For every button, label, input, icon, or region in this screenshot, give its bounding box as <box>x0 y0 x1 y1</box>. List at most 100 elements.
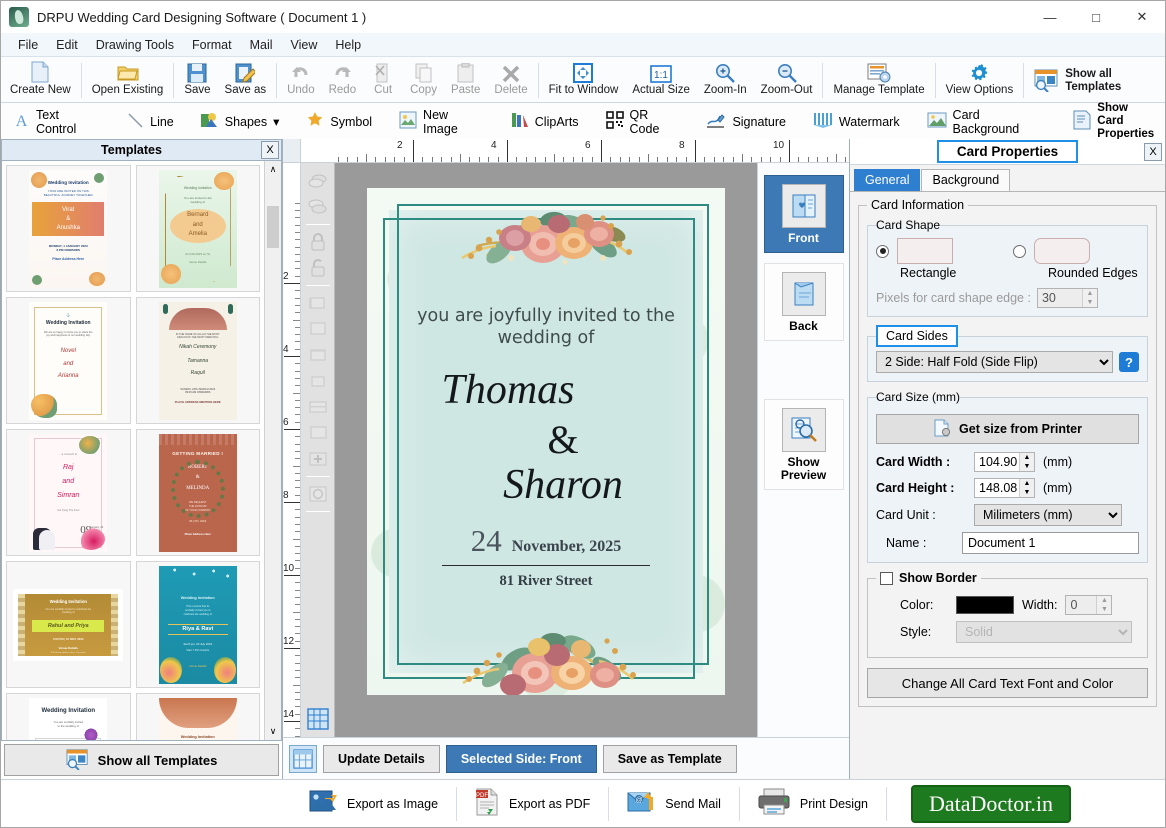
export-as-image-button[interactable]: Export as Image <box>291 782 456 826</box>
bring-to-front-icon[interactable] <box>305 169 331 193</box>
show-card-properties-button[interactable]: Show Card Properties <box>1063 102 1165 140</box>
copy-button[interactable]: Copy <box>403 59 444 102</box>
align-right-icon[interactable] <box>305 421 331 445</box>
cliparts-button[interactable]: ClipArts <box>501 105 589 139</box>
tab-background[interactable]: Background <box>921 169 1011 191</box>
card-sides-select[interactable]: 1 Side2 Side: Half Fold (Side Flip)2 Sid… <box>876 351 1113 373</box>
unlock-icon[interactable] <box>305 256 331 280</box>
template-item[interactable]: Wedding Invitation You are cordially inv… <box>6 561 131 688</box>
menu-drawing-tools[interactable]: Drawing Tools <box>87 35 183 55</box>
tab-general[interactable]: General <box>854 169 921 191</box>
text-control-button[interactable]: A Text Control <box>3 105 110 139</box>
menu-help[interactable]: Help <box>326 35 370 55</box>
border-width-stepper[interactable]: ▲▼ <box>1065 595 1113 615</box>
template-item[interactable]: Wedding Invitation This moment that its c… <box>135 561 260 688</box>
template-item[interactable]: Wedding Invitation You are cordially inv… <box>6 693 131 740</box>
close-button[interactable]: ✕ <box>1119 1 1165 33</box>
template-item[interactable]: ⚓ Wedding Invitation We are so happy to … <box>6 297 131 424</box>
line-button[interactable]: Line <box>117 105 184 139</box>
delete-button[interactable]: Delete <box>487 59 534 102</box>
menu-edit[interactable]: Edit <box>47 35 87 55</box>
show-preview-button[interactable]: Show Preview <box>763 398 844 491</box>
maximize-button[interactable]: □ <box>1073 1 1119 33</box>
redo-button[interactable]: Redo <box>322 59 364 102</box>
templates-scroll-area[interactable]: Wedding Invitation YOUR ARE INVITED ON T… <box>1 161 282 741</box>
card-name-input[interactable] <box>962 532 1139 554</box>
menu-mail[interactable]: Mail <box>241 35 282 55</box>
template-item[interactable]: Wedding Invitation please join us for a … <box>135 693 260 740</box>
card-height-stepper[interactable]: ▲▼ <box>974 478 1035 498</box>
selected-side-button[interactable]: Selected Side: Front <box>445 744 597 773</box>
card-address[interactable]: 81 River Street <box>367 573 725 590</box>
back-side-button[interactable]: Back <box>763 262 844 341</box>
border-color-swatch[interactable] <box>956 596 1014 614</box>
card-ampersand[interactable]: & <box>401 416 725 463</box>
align-top-icon[interactable] <box>305 343 331 367</box>
help-icon[interactable]: ? <box>1119 352 1139 372</box>
minimize-button[interactable]: — <box>1027 1 1073 33</box>
template-item[interactable]: IN THE NAME OF ALLAH THE MOST GRACIOUS TH… <box>135 297 260 424</box>
qr-code-button[interactable]: QR Code <box>596 105 690 139</box>
undo-button[interactable]: Undo <box>280 59 322 102</box>
chevron-down-icon[interactable]: ▾ <box>273 114 279 129</box>
zoom-out-button[interactable]: Zoom-Out <box>754 59 820 102</box>
symbol-button[interactable]: Symbol <box>296 105 382 139</box>
open-existing-button[interactable]: Open Existing <box>85 59 171 102</box>
new-image-button[interactable]: New Image <box>389 105 494 139</box>
stepper-buttons[interactable]: ▲ ▼ <box>1081 289 1097 307</box>
rectangle-option[interactable] <box>876 238 1003 264</box>
align-bottom-icon[interactable] <box>305 369 331 393</box>
stepper-buttons[interactable]: ▲ ▼ <box>1019 479 1034 497</box>
card-invite-line[interactable]: you are joyfully invited to the wedding … <box>367 306 725 350</box>
templates-scroll-up-icon[interactable]: ∧ <box>265 161 281 178</box>
export-as-pdf-button[interactable]: PDF Export as PDF <box>457 782 608 826</box>
rounded-edges-option[interactable] <box>1012 238 1140 264</box>
template-item[interactable]: Wedding Invitation You are invited to th… <box>135 165 260 292</box>
fit-to-window-button[interactable]: Fit to Window <box>542 59 626 102</box>
paste-button[interactable]: Paste <box>444 59 487 102</box>
templates-scroll-down-icon[interactable]: ∨ <box>265 723 281 740</box>
update-details-button[interactable]: Update Details <box>323 744 440 773</box>
front-side-button[interactable]: Front <box>763 175 844 253</box>
save-button[interactable]: Save <box>177 59 217 102</box>
align-center-icon[interactable] <box>305 317 331 341</box>
send-to-back-icon[interactable] <box>305 195 331 219</box>
create-new-button[interactable]: Create New <box>3 59 78 102</box>
signature-button[interactable]: Signature <box>696 105 796 139</box>
menu-format[interactable]: Format <box>183 35 241 55</box>
change-all-card-text-font-button[interactable]: Change All Card Text Font and Color <box>867 668 1148 698</box>
templates-scrollbar[interactable]: ∧ ∨ <box>264 161 281 740</box>
shapes-button[interactable]: Shapes ▾ <box>191 105 290 139</box>
view-options-button[interactable]: View Options <box>939 59 1021 102</box>
templates-panel-close-icon[interactable]: X <box>261 141 279 159</box>
stepper-buttons[interactable]: ▲ ▼ <box>1096 596 1112 614</box>
save-as-button[interactable]: Save as <box>218 59 274 102</box>
card-width-stepper[interactable]: ▲▼ <box>974 452 1035 472</box>
stepper-buttons[interactable]: ▲ ▼ <box>1019 453 1034 471</box>
cut-button[interactable]: Cut <box>363 59 403 102</box>
menu-view[interactable]: View <box>282 35 327 55</box>
card-page-front[interactable]: you are joyfully invited to the wedding … <box>367 188 725 695</box>
pixels-for-edge-stepper[interactable]: ▲▼ <box>1036 288 1098 308</box>
distribute-icon[interactable] <box>305 447 331 471</box>
rotate-icon[interactable] <box>305 482 331 506</box>
card-canvas[interactable]: you are joyfully invited to the wedding … <box>335 163 757 737</box>
card-background-button[interactable]: Card Background <box>917 105 1057 139</box>
zoom-in-button[interactable]: Zoom-In <box>697 59 754 102</box>
print-design-button[interactable]: Print Design <box>740 782 886 826</box>
templates-scroll-thumb[interactable] <box>267 206 279 248</box>
lock-icon[interactable] <box>305 230 331 254</box>
save-as-template-button[interactable]: Save as Template <box>602 744 737 773</box>
get-size-from-printer-button[interactable]: Get size from Printer <box>876 414 1139 444</box>
actual-size-button[interactable]: 1:1 Actual Size <box>625 59 697 102</box>
watermark-button[interactable]: Watermark <box>803 105 910 139</box>
manage-template-button[interactable]: Manage Template <box>826 59 931 102</box>
card-properties-close-icon[interactable]: X <box>1144 142 1162 161</box>
grid-toggle-button[interactable] <box>289 744 317 773</box>
show-border-checkbox[interactable] <box>880 571 893 585</box>
template-item[interactable]: GETTING MARRIED ! ROBERT & MELINDA WE RE… <box>135 429 260 556</box>
show-all-templates-toolbar-button[interactable]: Show all Templates <box>1027 59 1128 102</box>
card-name-1[interactable]: Thomas <box>367 366 725 414</box>
align-left-icon[interactable] <box>305 291 331 315</box>
template-item[interactable]: Wedding Invitation YOUR ARE INVITED ON T… <box>6 165 131 292</box>
